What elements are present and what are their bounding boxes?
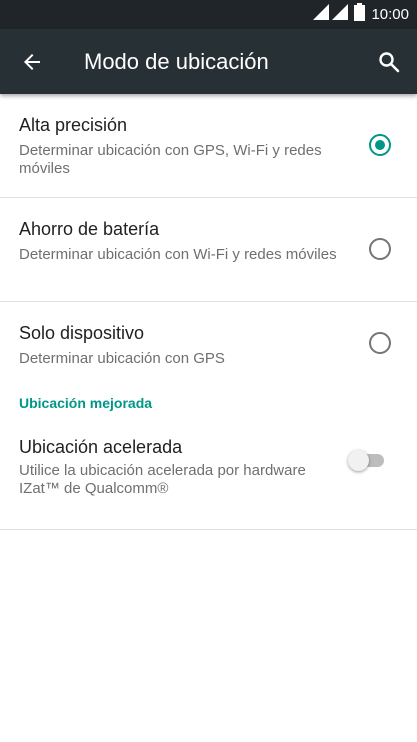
arrow-back-icon <box>24 53 40 70</box>
mode-title: Solo dispositivo <box>19 323 145 343</box>
page-title: Modo de ubicación <box>84 48 269 74</box>
radio-button[interactable] <box>369 134 391 156</box>
battery-icon <box>354 3 366 26</box>
back-button[interactable] <box>0 29 64 94</box>
mode-title: Alta precisión <box>19 115 128 135</box>
divider <box>0 529 417 530</box>
mode-option-device-only[interactable]: Solo dispositivo Determinar ubicación co… <box>0 302 417 392</box>
search-icon <box>379 51 400 72</box>
mode-summary: Determinar ubicación con GPS <box>19 350 225 367</box>
signal-icon <box>313 4 330 25</box>
mode-summary: Determinar ubicación con Wi-Fi y redes m… <box>19 246 337 263</box>
toggle-switch[interactable] <box>348 448 388 472</box>
signal-icon <box>332 4 349 25</box>
setting-title: Ubicación acelerada <box>19 437 183 457</box>
mode-summary: Determinar ubicación con GPS, Wi-Fi y re… <box>19 142 322 177</box>
location-mode-list: Alta precisión Determinar ubicación con … <box>0 94 417 530</box>
mode-option-battery-saving[interactable]: Ahorro de batería Determinar ubicación c… <box>0 198 417 301</box>
switch-thumb <box>348 450 369 471</box>
mode-title: Ahorro de batería <box>19 219 160 239</box>
setting-summary: Utilice la ubicación acelerada por hardw… <box>19 462 306 497</box>
app-bar: Modo de ubicación <box>0 29 417 94</box>
status-time: 10:00 <box>371 6 409 23</box>
mode-option-high-accuracy[interactable]: Alta precisión Determinar ubicación con … <box>0 94 417 197</box>
setting-accelerated-location[interactable]: Ubicación acelerada Utilice la ubicación… <box>0 414 417 529</box>
status-bar: 10:00 <box>0 0 417 29</box>
search-button[interactable] <box>361 29 417 94</box>
radio-button[interactable] <box>369 332 391 354</box>
section-header-improved-location: Ubicación mejorada <box>19 395 153 411</box>
radio-button[interactable] <box>369 238 391 260</box>
